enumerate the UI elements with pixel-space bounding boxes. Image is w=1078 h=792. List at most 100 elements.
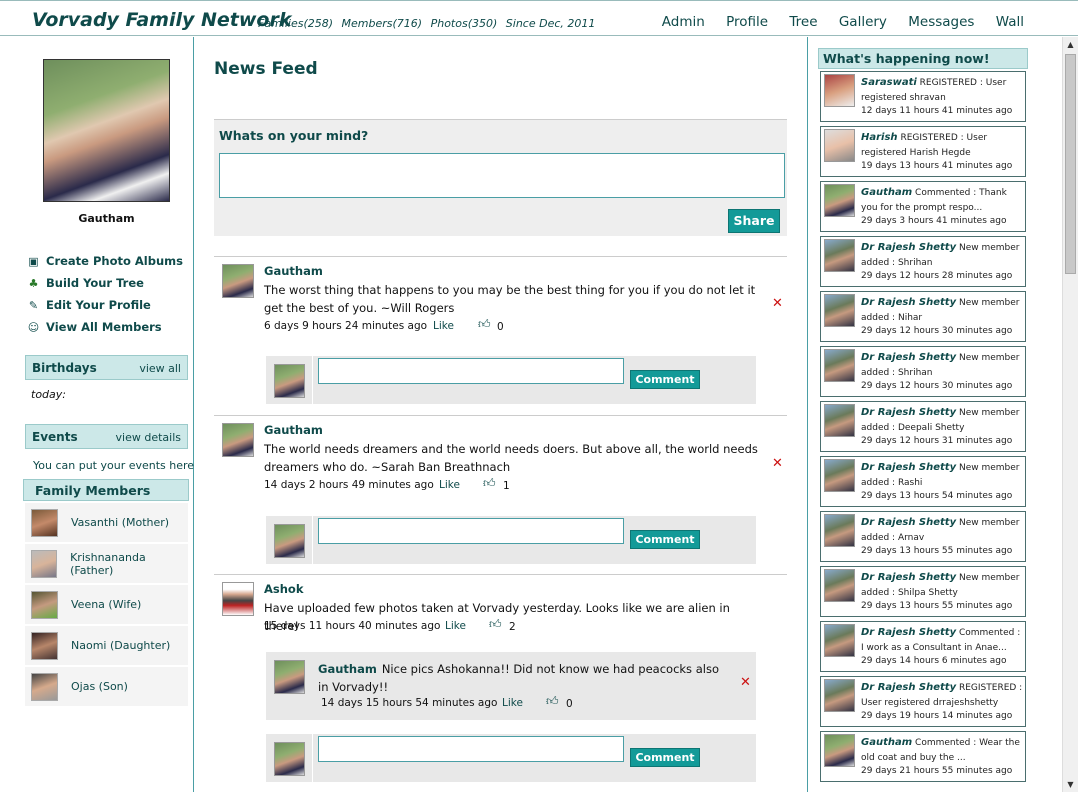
activity-user[interactable]: Dr Rajesh Shetty — [861, 627, 956, 638]
activity-time: 29 days 13 hours 55 minutes ago — [861, 601, 1013, 611]
nav-gallery[interactable]: Gallery — [839, 14, 887, 30]
scroll-down-icon[interactable]: ▼ — [1063, 777, 1078, 792]
activity-user[interactable]: Dr Rajesh Shetty — [861, 352, 956, 363]
build-tree-link[interactable]: ♣ Build Your Tree — [27, 272, 183, 294]
left-divider — [193, 37, 194, 792]
avatar — [824, 349, 855, 382]
delete-icon[interactable]: ✕ — [772, 456, 783, 471]
thumbs-up-icon[interactable]: 👍︎ — [546, 694, 559, 709]
activity-item[interactable]: Dr Rajesh Shetty REGISTERED : User regis… — [820, 676, 1026, 727]
share-button[interactable]: Share — [728, 209, 780, 233]
activity-item[interactable]: Harish REGISTERED : User registered Hari… — [820, 126, 1026, 177]
divider — [312, 516, 313, 564]
divider — [312, 356, 313, 404]
avatar — [824, 184, 855, 217]
nav-tree[interactable]: Tree — [789, 14, 817, 30]
like-link[interactable]: Like — [439, 479, 460, 491]
avatar[interactable] — [222, 582, 254, 616]
view-all-members-link[interactable]: ☺ View All Members — [27, 316, 183, 338]
activity-item[interactable]: Gautham Commented : Wear the old coat an… — [820, 731, 1026, 782]
avatar[interactable] — [222, 264, 254, 298]
like-link[interactable]: Like — [445, 620, 466, 632]
family-members-header: Family Members — [23, 479, 189, 501]
post-author[interactable]: Gautham — [264, 423, 323, 437]
thumbs-up-icon[interactable]: 👍︎ — [478, 317, 491, 332]
comment-button[interactable]: Comment — [630, 748, 700, 767]
family-member-item[interactable]: Krishnananda (Father) — [25, 544, 188, 584]
delete-icon[interactable]: ✕ — [740, 675, 751, 690]
activity-user[interactable]: Harish — [861, 132, 898, 143]
activity-item[interactable]: Dr Rajesh Shetty New member added : Shil… — [820, 566, 1026, 617]
activity-item[interactable]: Gautham Commented : Thank you for the pr… — [820, 181, 1026, 232]
avatar[interactable] — [274, 660, 305, 694]
page-scrollbar[interactable]: ▲ ▼ — [1062, 37, 1078, 792]
nav-admin[interactable]: Admin — [662, 14, 705, 30]
activity-user[interactable]: Gautham — [861, 737, 912, 748]
birthdays-view-all-link[interactable]: view all — [139, 362, 181, 375]
activity-user[interactable]: Gautham — [861, 187, 912, 198]
activity-item[interactable]: Dr Rajesh Shetty New member added : Shri… — [820, 236, 1026, 287]
activity-detail: Nihar — [897, 313, 923, 323]
like-link[interactable]: Like — [433, 320, 454, 332]
like-link[interactable]: Like — [502, 697, 523, 709]
family-member-item[interactable]: Naomi (Daughter) — [25, 626, 188, 666]
activity-item[interactable]: Dr Rajesh Shetty New member added : Rash… — [820, 456, 1026, 507]
tree-icon: ♣ — [28, 276, 39, 290]
activity-user[interactable]: Dr Rajesh Shetty — [861, 572, 956, 583]
like-count: 1 — [503, 480, 510, 492]
family-member-item[interactable]: Ojas (Son) — [25, 667, 188, 707]
create-photo-albums-link[interactable]: ▣ Create Photo Albums — [27, 250, 183, 272]
activity-item[interactable]: Dr Rajesh Shetty New member added : Arna… — [820, 511, 1026, 562]
family-member-name: Krishnananda (Father) — [70, 550, 146, 577]
status-input[interactable] — [219, 153, 785, 198]
post-author[interactable]: Gautham — [264, 264, 323, 278]
avatar — [824, 404, 855, 437]
nav-wall[interactable]: Wall — [996, 14, 1024, 30]
activity-item[interactable]: Dr Rajesh Shetty Commented : I work as a… — [820, 621, 1026, 672]
activity-item[interactable]: Saraswati REGISTERED : User registered s… — [820, 71, 1026, 122]
comment-input[interactable] — [318, 358, 624, 384]
activity-user[interactable]: Dr Rajesh Shetty — [861, 407, 956, 418]
comment-input[interactable] — [318, 518, 624, 544]
activity-text: Dr Rajesh Shetty New member added : Shri… — [861, 350, 1023, 381]
post-text: The worst thing that happens to you may … — [264, 283, 756, 315]
comment-button[interactable]: Comment — [630, 370, 700, 389]
family-member-item[interactable]: Vasanthi (Mother) — [25, 503, 188, 543]
activity-user[interactable]: Saraswati — [861, 77, 917, 88]
activity-user[interactable]: Dr Rajesh Shetty — [861, 297, 956, 308]
comment-box: Comment — [266, 516, 756, 564]
activity-item[interactable]: Dr Rajesh Shetty New member added : Niha… — [820, 291, 1026, 342]
activity-item[interactable]: Dr Rajesh Shetty New member added : Shri… — [820, 346, 1026, 397]
scroll-thumb[interactable] — [1065, 54, 1076, 274]
activity-action: REGISTERED : — [919, 78, 983, 88]
avatar — [824, 459, 855, 492]
post-author[interactable]: Ashok — [264, 582, 303, 596]
activity-user[interactable]: Dr Rajesh Shetty — [861, 517, 956, 528]
scroll-up-icon[interactable]: ▲ — [1063, 37, 1078, 52]
activity-time: 12 days 11 hours 41 minutes ago — [861, 106, 1013, 116]
activity-user[interactable]: Dr Rajesh Shetty — [861, 462, 956, 473]
activity-detail: User registered drrajeshshetty — [861, 698, 999, 708]
activity-item[interactable]: Dr Rajesh Shetty New member added : Deep… — [820, 401, 1026, 452]
events-view-details-link[interactable]: view details — [116, 431, 181, 444]
nav-messages[interactable]: Messages — [908, 14, 974, 30]
thumbs-up-icon[interactable]: 👍︎ — [483, 476, 496, 491]
activity-text: Dr Rajesh Shetty New member added : Rash… — [861, 460, 1023, 491]
profile-name[interactable]: Gautham — [43, 212, 170, 225]
family-member-item[interactable]: Veena (Wife) — [25, 585, 188, 625]
thumbs-up-icon[interactable]: 👍︎ — [489, 617, 502, 632]
activity-user[interactable]: Dr Rajesh Shetty — [861, 682, 956, 693]
activity-detail: Arnav — [897, 533, 925, 543]
avatar — [31, 549, 58, 578]
activity-user[interactable]: Dr Rajesh Shetty — [861, 242, 956, 253]
edit-profile-link[interactable]: ✎ Edit Your Profile — [27, 294, 183, 316]
reply-author[interactable]: Gautham — [318, 662, 377, 676]
comment-input[interactable] — [318, 736, 624, 762]
nav-profile[interactable]: Profile — [726, 14, 768, 30]
delete-icon[interactable]: ✕ — [772, 296, 783, 311]
site-brand[interactable]: Vorvady Family Network — [32, 9, 291, 31]
profile-photo[interactable] — [43, 59, 170, 202]
comment-button[interactable]: Comment — [630, 530, 700, 549]
avatar[interactable] — [222, 423, 254, 457]
avatar — [824, 129, 855, 162]
